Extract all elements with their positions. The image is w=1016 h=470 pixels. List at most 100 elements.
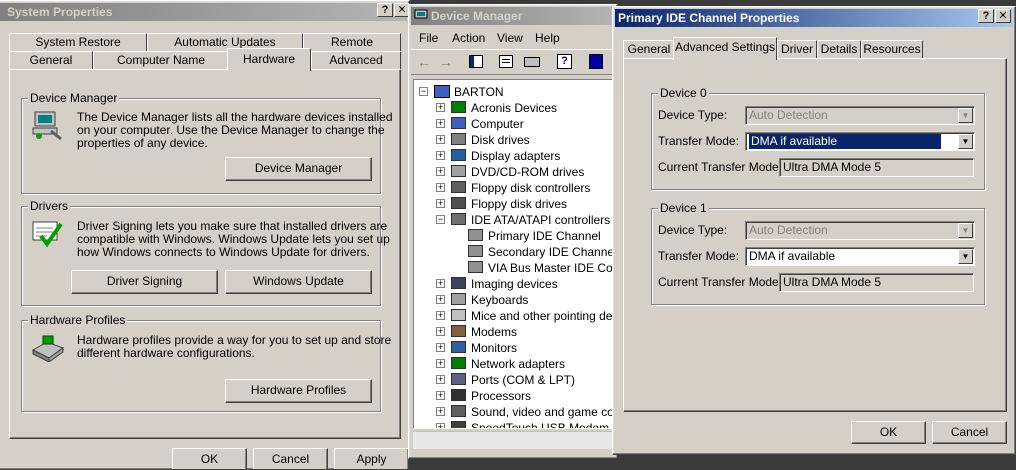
tree-item-label: Ports (COM & LPT) xyxy=(471,373,576,387)
apply-button[interactable]: Apply xyxy=(334,448,409,469)
help-button[interactable]: ? xyxy=(377,3,393,17)
hardware-profiles-button[interactable]: Hardware Profiles xyxy=(225,379,372,403)
tab-general[interactable]: General xyxy=(623,40,675,58)
tree-item[interactable]: + Floppy disk controllers xyxy=(414,180,617,196)
tree-item[interactable]: + Keyboards xyxy=(414,292,617,308)
display-adapter-icon xyxy=(451,149,466,161)
device-tree[interactable]: − BARTON + Acronis Devices + Computer + Disk dr… xyxy=(413,79,617,429)
windows-update-button[interactable]: Windows Update xyxy=(225,270,372,294)
device1-type-select: Auto Detection ▼ xyxy=(745,221,975,240)
tree-item[interactable]: + Acronis Devices xyxy=(414,100,617,116)
group-label: Device Manager xyxy=(28,91,120,105)
chevron-down-icon[interactable]: ▼ xyxy=(958,249,973,264)
expand-icon[interactable]: + xyxy=(436,327,445,336)
tree-item-label: Floppy disk drives xyxy=(471,197,568,211)
tree-item[interactable]: + Computer xyxy=(414,116,617,132)
device0-transfer-label: Transfer Mode: xyxy=(658,134,739,148)
tab-remote[interactable]: Remote xyxy=(303,33,401,51)
expand-icon[interactable]: + xyxy=(436,119,445,128)
menubar: File Action View Help xyxy=(411,29,615,47)
help-icon[interactable]: ? xyxy=(557,54,572,69)
computer-icon xyxy=(451,117,466,129)
driver-signing-button[interactable]: Driver Signing xyxy=(71,270,218,294)
show-hide-tree-icon[interactable] xyxy=(469,55,483,68)
tree-item-label: IDE ATA/ATAPI controllers xyxy=(471,213,611,227)
help-button[interactable]: ? xyxy=(978,9,994,23)
device1-type-label: Device Type: xyxy=(658,223,728,237)
tree-item[interactable]: + Sound, video and game controllers xyxy=(414,404,617,420)
expand-icon[interactable]: + xyxy=(436,423,445,428)
ok-button[interactable]: OK xyxy=(172,448,247,469)
tree-item[interactable]: + Monitors xyxy=(414,340,617,356)
device1-transfer-select[interactable]: DMA if available ▼ xyxy=(745,247,975,266)
tree-item[interactable]: VIA Bus Master IDE Controller xyxy=(414,260,617,276)
tree-item-label: Processors xyxy=(471,389,532,403)
print-icon[interactable] xyxy=(524,57,540,67)
properties-icon[interactable] xyxy=(499,55,513,68)
expand-icon[interactable]: + xyxy=(436,391,445,400)
device-manager-titlebar[interactable]: Device Manager xyxy=(411,7,615,25)
tab-advanced-settings[interactable]: Advanced Settings xyxy=(673,37,777,60)
cancel-button[interactable]: Cancel xyxy=(253,448,328,469)
tree-item[interactable]: Primary IDE Channel xyxy=(414,228,617,244)
tab-computer-name[interactable]: Computer Name xyxy=(93,51,229,69)
tab-driver[interactable]: Driver xyxy=(777,40,817,58)
menu-view[interactable]: View xyxy=(497,29,523,47)
floppy-controller-icon xyxy=(451,181,466,193)
expand-icon[interactable]: + xyxy=(436,279,445,288)
tab-resources[interactable]: Resources xyxy=(861,40,923,58)
expand-icon[interactable]: + xyxy=(436,359,445,368)
tree-item[interactable]: + Disk drives xyxy=(414,132,617,148)
expand-icon[interactable]: + xyxy=(436,183,445,192)
collapse-icon[interactable]: − xyxy=(436,215,445,224)
tree-item[interactable]: + Imaging devices xyxy=(414,276,617,292)
tab-details[interactable]: Details xyxy=(817,40,861,58)
tab-advanced[interactable]: Advanced xyxy=(311,51,401,69)
ok-button[interactable]: OK xyxy=(851,421,926,444)
expand-icon[interactable]: + xyxy=(436,311,445,320)
tree-item[interactable]: + Floppy disk drives xyxy=(414,196,617,212)
tree-item[interactable]: + Network adapters xyxy=(414,356,617,372)
expand-icon[interactable]: + xyxy=(436,167,445,176)
back-icon[interactable]: ← xyxy=(417,54,431,70)
menu-action[interactable]: Action xyxy=(452,29,485,47)
tree-item[interactable]: Secondary IDE Channel xyxy=(414,244,617,260)
expand-icon[interactable]: + xyxy=(436,151,445,160)
tree-item[interactable]: + SpeedTouch USB Modem xyxy=(414,420,617,429)
update-driver-icon[interactable] xyxy=(589,54,603,69)
expand-icon[interactable]: + xyxy=(436,343,445,352)
expand-icon[interactable]: + xyxy=(436,407,445,416)
device-manager-button[interactable]: Device Manager xyxy=(225,157,372,181)
tree-item[interactable]: − IDE ATA/ATAPI controllers xyxy=(414,212,617,228)
expand-icon[interactable]: + xyxy=(436,199,445,208)
expand-icon[interactable]: + xyxy=(436,295,445,304)
tree-item[interactable]: + Mice and other pointing devices xyxy=(414,308,617,324)
tab-general[interactable]: General xyxy=(9,51,93,69)
device0-transfer-select[interactable]: DMA if available ▼ xyxy=(745,132,975,151)
cancel-button[interactable]: Cancel xyxy=(932,421,1007,444)
expand-icon[interactable]: + xyxy=(436,375,445,384)
expand-icon[interactable]: + xyxy=(436,135,445,144)
tree-item[interactable]: + Display adapters xyxy=(414,148,617,164)
tree-item[interactable]: + Processors xyxy=(414,388,617,404)
tree-item[interactable]: + Modems xyxy=(414,324,617,340)
tree-item[interactable]: + DVD/CD-ROM drives xyxy=(414,164,617,180)
close-button[interactable]: ✕ xyxy=(995,9,1011,23)
horizontal-scrollbar[interactable] xyxy=(413,431,617,449)
tree-item[interactable]: + Ports (COM & LPT) xyxy=(414,372,617,388)
tab-hardware[interactable]: Hardware xyxy=(227,48,311,71)
forward-icon[interactable]: → xyxy=(439,54,453,70)
menu-file[interactable]: File xyxy=(419,29,438,47)
tree-root[interactable]: − BARTON xyxy=(414,84,617,100)
menu-help[interactable]: Help xyxy=(535,29,560,47)
system-properties-titlebar[interactable]: System Properties xyxy=(0,3,407,21)
ide-properties-titlebar[interactable]: Primary IDE Channel Properties xyxy=(615,9,1013,27)
collapse-icon[interactable]: − xyxy=(419,87,428,96)
tab-system-restore[interactable]: System Restore xyxy=(9,33,147,51)
device-manager-desc-3: properties of any device. xyxy=(77,136,208,150)
imaging-icon xyxy=(451,277,466,289)
tree-item-label: SpeedTouch USB Modem xyxy=(471,421,610,429)
expand-icon[interactable]: + xyxy=(436,103,445,112)
chevron-down-icon[interactable]: ▼ xyxy=(958,134,973,149)
hardware-profiles-icon xyxy=(31,335,65,362)
